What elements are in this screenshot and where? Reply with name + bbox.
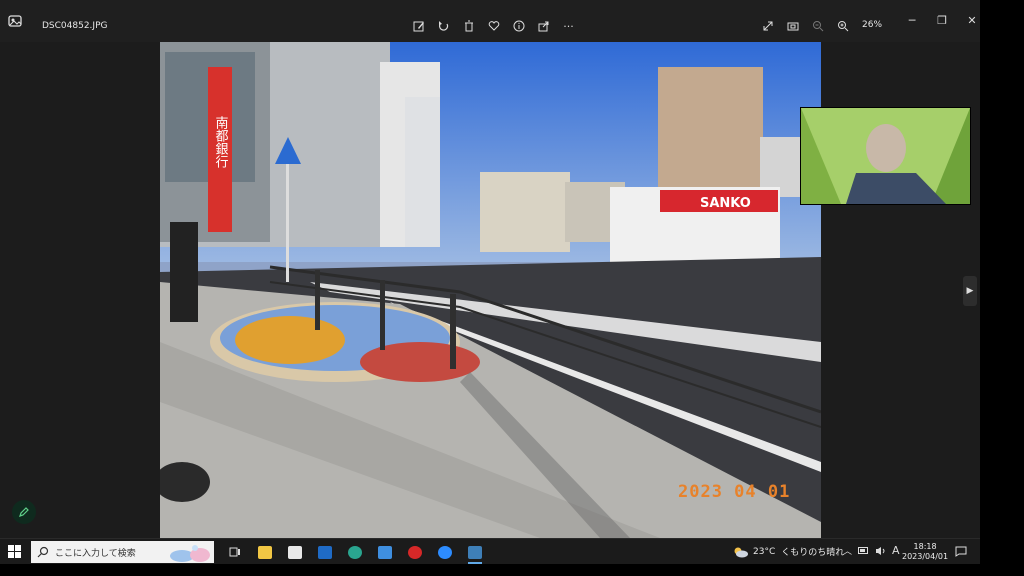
photos-icon [468,545,482,559]
zoom-out-icon [812,21,823,32]
battery-icon[interactable] [858,546,869,555]
file-name: DSC04852.JPG [42,21,108,31]
favorite-button[interactable] [481,17,506,35]
screen-border-bottom [0,564,1024,576]
outlook-button[interactable] [310,541,340,563]
edit-image-button[interactable] [406,17,431,35]
mail-button[interactable] [370,541,400,563]
zoom-in-button[interactable] [830,17,855,35]
title-bar: DSC04852.JPG ··· 26% ─ ❐ ✕ [0,0,1024,42]
search-icon [37,546,49,558]
clock-time: 18:18 [913,542,937,551]
mail-icon [378,545,392,559]
zoom-out-button[interactable] [805,17,830,35]
search-placeholder: ここに入力して検索 [55,548,136,559]
share-icon [538,21,548,32]
store-sign-text: SANKO [700,196,751,211]
pinned-apps [220,541,490,564]
taskbar-search[interactable]: ここに入力して検索 [31,541,214,563]
maximize-button[interactable]: ❐ [927,10,957,30]
task-view-icon [229,547,240,557]
volume-icon[interactable] [875,546,886,556]
folder-icon [258,545,272,559]
bank-sign-text: 南都銀行 [213,115,229,169]
screen-border-right [980,0,1024,576]
security-app-icon [408,545,422,559]
next-image-button[interactable]: ▶ [963,276,977,306]
fullscreen-button[interactable] [755,17,780,35]
system-tray: ︿ A [843,544,900,557]
info-icon [513,20,524,32]
more-button[interactable]: ··· [556,17,581,35]
rotate-button[interactable] [431,17,456,35]
minimize-icon: ─ [908,13,916,27]
clock[interactable]: 18:18 2023/04/01 [902,542,948,562]
zoom-level[interactable]: 26% [862,20,882,30]
photos-app-button[interactable] [460,541,490,564]
fullscreen-icon [763,21,772,31]
street-photo: 南都銀行 SANKO [160,42,821,538]
outlook-icon [318,545,332,559]
cloudy-sun-icon [734,547,748,557]
edit-image-icon [413,21,424,32]
weather-widget[interactable]: 23°C くもりのち晴れ [733,545,844,558]
windows-start-icon[interactable] [8,545,21,558]
view-tools [755,17,855,35]
share-button[interactable] [531,17,556,35]
photo-viewer-image[interactable]: 南都銀行 SANKO 2023 04 01 [160,42,821,538]
security-app-button[interactable] [400,541,430,563]
weather-description: くもりのち晴れ [781,548,845,558]
zoom-in-icon [837,21,848,32]
store-button[interactable] [280,541,310,563]
edge-button[interactable] [340,541,370,563]
slideshow-icon [787,22,798,31]
more-icon: ··· [563,19,574,33]
taskbar: ここに入力して検索 23°C くもりのち晴れ ︿ A 18:18 2023/04… [0,538,980,565]
pencil-icon [19,507,29,517]
notification-icon[interactable] [955,546,967,557]
video-call-thumbnail[interactable] [800,107,971,205]
close-icon: ✕ [967,13,977,27]
info-button[interactable] [506,17,531,35]
maximize-icon: ❐ [937,13,947,27]
zoom-app-button[interactable] [430,541,460,563]
edit-button[interactable] [12,500,36,524]
delete-icon [464,20,473,32]
minimize-button[interactable]: ─ [897,10,927,30]
file-explorer-button[interactable] [250,541,280,563]
task-view-button[interactable] [220,541,250,563]
photo-date-stamp: 2023 04 01 [678,482,791,502]
slideshow-button[interactable] [780,17,805,35]
store-icon [288,545,302,559]
video-feed [801,108,970,204]
rotate-icon [438,21,448,31]
search-highlight-icon [170,545,210,562]
chevron-up-icon[interactable]: ︿ [843,544,852,557]
photos-app-icon [8,15,22,27]
clock-date: 2023/04/01 [902,552,949,561]
zoom-app-icon [438,545,452,559]
chevron-right-icon: ▶ [966,286,974,296]
ime-indicator[interactable]: A [892,544,900,557]
edge-icon [348,545,362,559]
window-controls: ─ ❐ ✕ [897,10,987,30]
delete-button[interactable] [456,17,481,35]
image-toolbar: ··· [406,17,581,35]
weather-temperature: 23°C [753,546,776,557]
favorite-icon [488,21,499,31]
